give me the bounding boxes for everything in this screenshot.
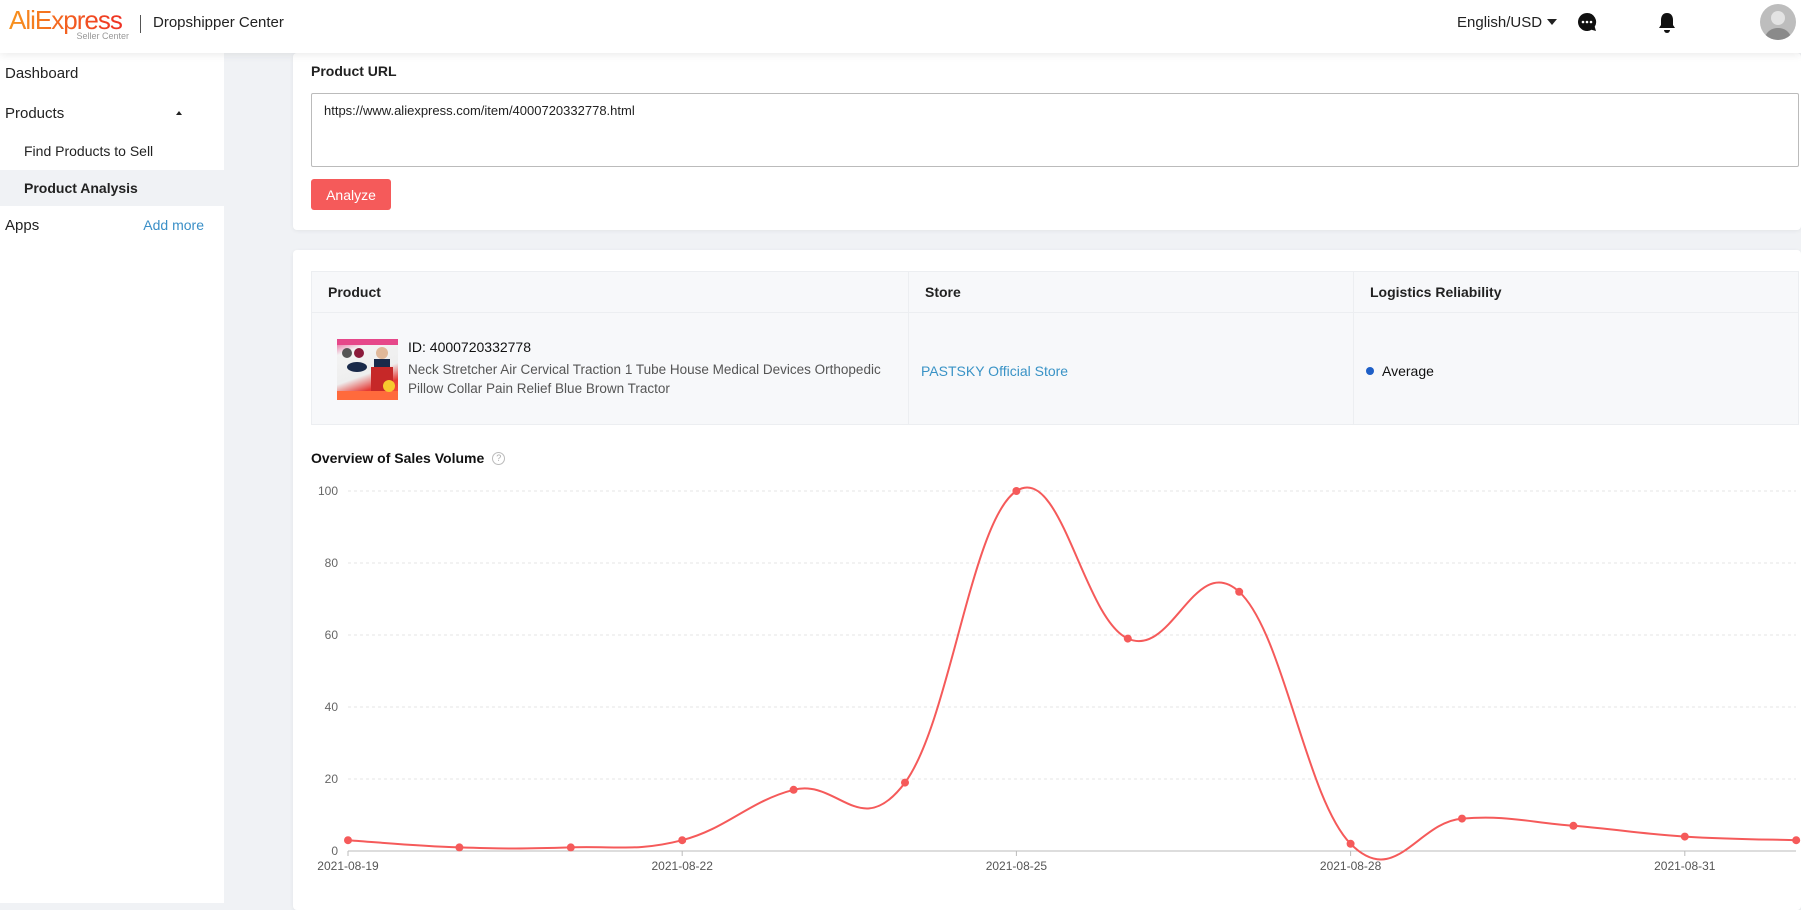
- divider: [908, 272, 909, 424]
- sidebar-item-dashboard[interactable]: Dashboard: [0, 55, 224, 91]
- analysis-card: Product Store Logistics Reliability ID: …: [293, 250, 1801, 910]
- data-point: [1012, 487, 1021, 495]
- language-label: English/USD: [1457, 14, 1543, 31]
- product-url-label: Product URL: [311, 63, 397, 79]
- language-currency-dropdown[interactable]: English/USD: [1457, 14, 1558, 31]
- x-tick-label: 2021-08-22: [652, 859, 714, 873]
- y-tick-label: 60: [325, 628, 339, 642]
- logo-subtitle: Seller Center: [76, 31, 129, 41]
- data-point: [1346, 839, 1355, 848]
- divider: [312, 312, 1798, 313]
- logo-text: AliExpress: [9, 6, 129, 34]
- y-tick-label: 0: [331, 844, 338, 858]
- help-icon[interactable]: ?: [492, 451, 506, 465]
- avatar[interactable]: [1760, 4, 1796, 40]
- product-id: ID: 4000720332778: [408, 339, 531, 355]
- data-point: [344, 836, 352, 845]
- chart-title-text: Overview of Sales Volume: [311, 450, 485, 466]
- app-title: Dropshipper Center: [153, 14, 284, 31]
- aliexpress-logo[interactable]: AliExpress Seller Center: [9, 6, 129, 41]
- column-header-logistics: Logistics Reliability: [1370, 284, 1502, 300]
- data-point: [1123, 634, 1132, 643]
- bell-icon[interactable]: [1656, 11, 1678, 40]
- data-point: [1792, 836, 1801, 845]
- logistics-reliability: Average: [1366, 363, 1434, 379]
- analyze-button[interactable]: Analyze: [311, 179, 391, 210]
- divider: [1353, 272, 1354, 424]
- data-point: [1458, 814, 1466, 823]
- chat-icon[interactable]: [1576, 11, 1598, 38]
- x-tick-label: 2021-08-31: [1654, 859, 1716, 873]
- product-thumbnail[interactable]: [337, 339, 398, 400]
- column-header-store: Store: [925, 284, 961, 300]
- product-url-card: Product URL https://www.aliexpress.com/i…: [293, 53, 1801, 230]
- product-table: Product Store Logistics Reliability ID: …: [311, 271, 1799, 425]
- y-tick-label: 20: [325, 772, 339, 786]
- sidebar-item-apps[interactable]: Apps Add more: [0, 207, 224, 243]
- data-point: [678, 836, 687, 845]
- sidebar-item-label: Products: [5, 104, 65, 122]
- data-point: [566, 843, 575, 852]
- data-point: [1680, 832, 1689, 841]
- data-point: [901, 778, 909, 787]
- sidebar-item-label: Product Analysis: [24, 180, 138, 196]
- sidebar-item-label: Dashboard: [5, 64, 79, 82]
- sidebar-item-label: Find Products to Sell: [24, 143, 154, 159]
- caret-down-icon: [1547, 19, 1558, 25]
- chart-title: Overview of Sales Volume?: [311, 450, 506, 466]
- data-point: [1235, 587, 1244, 596]
- top-header: AliExpress Seller Center Dropshipper Cen…: [0, 0, 1801, 53]
- sales-line: [347, 486, 1797, 861]
- x-tick-label: 2021-08-25: [986, 859, 1048, 873]
- collapse-arrow-icon: [176, 111, 182, 115]
- column-header-product: Product: [328, 284, 381, 300]
- sidebar-item-label: Apps: [5, 216, 40, 234]
- x-tick-label: 2021-08-19: [317, 859, 379, 873]
- data-point: [455, 843, 464, 852]
- data-point: [1569, 821, 1578, 830]
- sidebar: Dashboard Products Find Products to Sell…: [0, 53, 224, 903]
- sidebar-item-find-products[interactable]: Find Products to Sell: [0, 133, 224, 169]
- sales-volume-chart: 0 20 40 60 80 100 2021-08-19 2021-08-22 2021-08-…: [317, 484, 1801, 873]
- x-tick-label: 2021-08-28: [1320, 859, 1382, 873]
- logistics-value: Average: [1382, 363, 1434, 379]
- product-url-input[interactable]: https://www.aliexpress.com/item/40007203…: [311, 93, 1799, 167]
- data-point: [789, 785, 798, 794]
- y-tick-label: 100: [318, 484, 338, 498]
- y-tick-label: 40: [325, 700, 339, 714]
- status-dot-icon: [1366, 367, 1374, 375]
- store-link[interactable]: PASTSKY Official Store: [921, 363, 1068, 379]
- sidebar-item-product-analysis[interactable]: Product Analysis: [0, 170, 224, 206]
- y-tick-label: 80: [325, 556, 339, 570]
- divider: [140, 15, 141, 33]
- add-more-link[interactable]: Add more: [143, 217, 204, 233]
- product-name: Neck Stretcher Air Cervical Traction 1 T…: [408, 362, 881, 396]
- sidebar-item-products[interactable]: Products: [0, 95, 224, 131]
